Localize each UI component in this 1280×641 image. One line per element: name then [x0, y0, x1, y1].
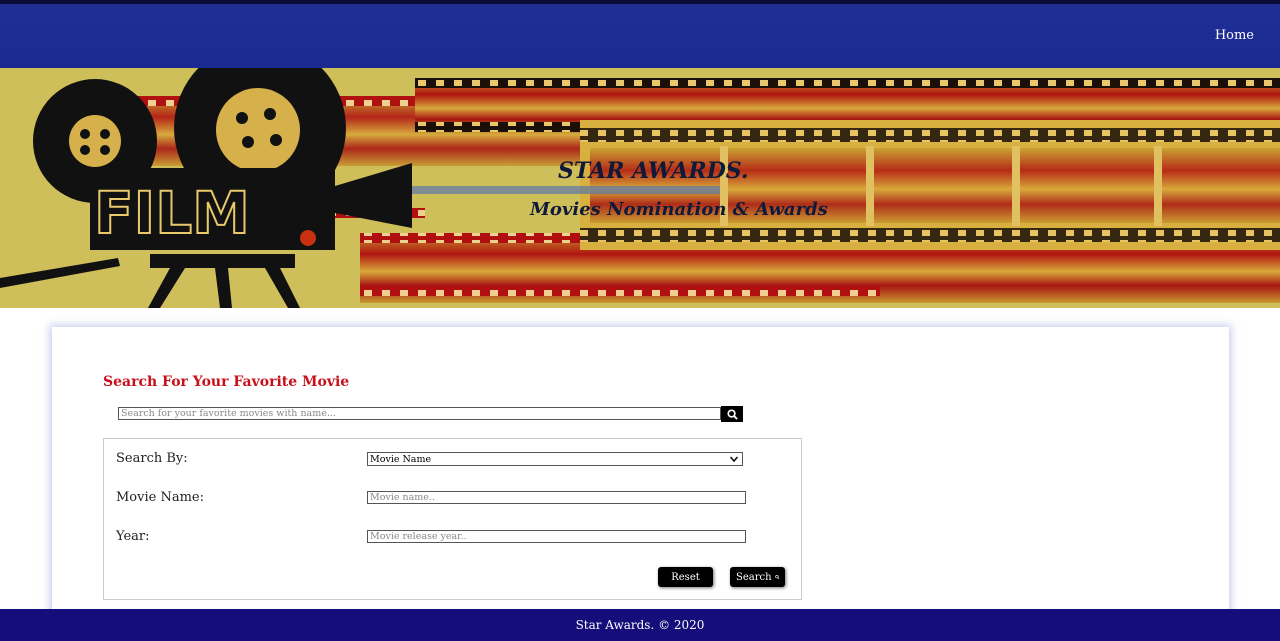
advanced-search-form: Search By: Movie Name Movie Name: Year: … — [103, 438, 802, 600]
footer: Star Awards. © 2020 — [0, 609, 1280, 641]
reset-button[interactable]: Reset — [658, 567, 713, 587]
search-icon — [726, 408, 738, 420]
search-heading: Search For Your Favorite Movie — [103, 374, 350, 390]
top-nav-bar: Home — [0, 0, 1280, 68]
movie-name-input[interactable] — [367, 491, 746, 504]
search-card: Search For Your Favorite Movie Search By… — [52, 327, 1229, 627]
banner-title: STAR AWARDS. — [558, 158, 749, 184]
movie-name-label: Movie Name: — [116, 490, 204, 505]
hero-banner: FILM STAR AWARDS. Movies Nomination & Aw… — [0, 68, 1280, 308]
quick-search-button[interactable] — [721, 406, 743, 422]
search-button[interactable]: Search — [730, 567, 785, 587]
search-by-label: Search By: — [116, 451, 188, 466]
year-input[interactable] — [367, 530, 746, 543]
reset-button-label: Reset — [671, 571, 700, 583]
search-by-selected-value: Movie Name — [370, 453, 432, 465]
search-button-label: Search — [736, 571, 772, 583]
banner-film-graphic: FILM — [0, 68, 1280, 308]
camera-film-text: FILM — [94, 179, 250, 247]
quick-search-input[interactable] — [118, 407, 721, 420]
search-by-select[interactable]: Movie Name — [367, 452, 743, 466]
chevron-down-icon — [729, 456, 739, 463]
search-icon — [774, 574, 779, 580]
year-label: Year: — [116, 529, 150, 544]
banner-subtitle: Movies Nomination & Awards — [530, 199, 828, 220]
footer-copyright: Star Awards. © 2020 — [575, 618, 705, 632]
nav-home-link[interactable]: Home — [1215, 28, 1254, 43]
